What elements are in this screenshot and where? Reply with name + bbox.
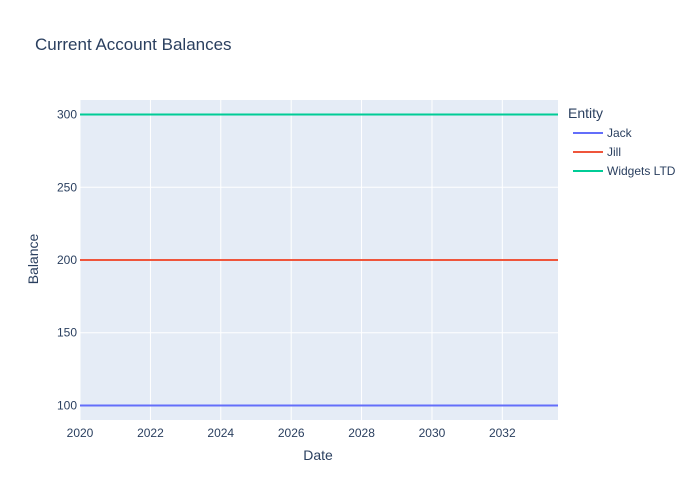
legend-item[interactable]: Widgets LTD [573, 164, 676, 178]
line-chart: Current Account Balances 2020 2022 2024 202… [25, 35, 676, 463]
legend[interactable]: Entity Jack Jill Widgets LTD [568, 105, 676, 178]
x-tick-label: 2032 [489, 426, 516, 440]
legend-title: Entity [568, 105, 603, 121]
y-axis-title: Balance [25, 233, 41, 284]
y-tick-label: 200 [57, 253, 77, 267]
x-tick-label: 2028 [348, 426, 375, 440]
legend-label: Jack [607, 126, 633, 140]
x-tick-label: 2020 [67, 426, 94, 440]
x-tick-label: 2022 [137, 426, 164, 440]
legend-label: Widgets LTD [607, 164, 676, 178]
x-tick-label: 2024 [207, 426, 234, 440]
y-tick-label: 150 [57, 326, 77, 340]
y-tick-label: 250 [57, 180, 77, 194]
x-tick-labels: 2020 2022 2024 2026 2028 2030 2032 [67, 426, 516, 440]
y-tick-label: 100 [57, 398, 77, 412]
x-axis-title: Date [303, 447, 333, 463]
legend-label: Jill [607, 145, 621, 159]
chart-title: Current Account Balances [35, 35, 232, 54]
x-tick-label: 2030 [419, 426, 446, 440]
x-tick-label: 2026 [278, 426, 305, 440]
y-tick-labels: 100 150 200 250 300 [57, 108, 77, 413]
legend-item[interactable]: Jack [573, 126, 633, 140]
y-tick-label: 300 [57, 108, 77, 122]
legend-item[interactable]: Jill [573, 145, 621, 159]
